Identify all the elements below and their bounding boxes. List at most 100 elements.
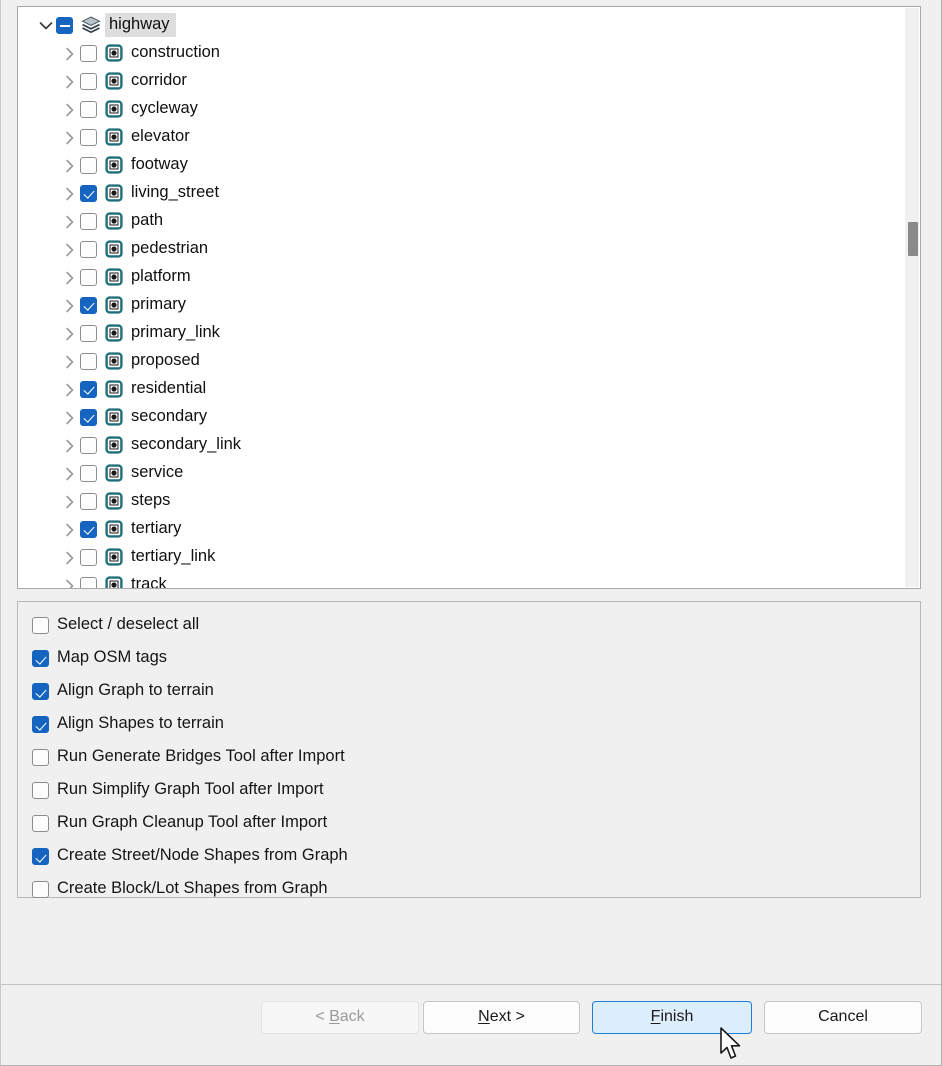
tree-row-elevator[interactable]: elevator — [18, 123, 920, 151]
tree-checkbox-living-street[interactable] — [80, 184, 97, 202]
chevron-right-icon[interactable] — [60, 291, 80, 319]
tree-row-cycleway[interactable]: cycleway — [18, 95, 920, 123]
chevron-right-icon[interactable] — [60, 207, 80, 235]
chevron-right-icon[interactable] — [60, 67, 80, 95]
option-checkbox-align-shapes-to-terrain[interactable] — [32, 716, 49, 733]
tree-checkbox-platform[interactable] — [80, 268, 97, 286]
option-row-map-osm-tags[interactable]: Map OSM tags — [32, 642, 920, 675]
option-row-run-simplify-graph-tool-after-import[interactable]: Run Simplify Graph Tool after Import — [32, 774, 920, 807]
tree-row-secondary[interactable]: secondary — [18, 403, 920, 431]
tree-row-path[interactable]: path — [18, 207, 920, 235]
option-checkbox-align-graph-to-terrain[interactable] — [32, 683, 49, 700]
tree-row-label: corridor — [131, 71, 187, 90]
tree-row-pedestrian[interactable]: pedestrian — [18, 235, 920, 263]
tree-row-platform[interactable]: platform — [18, 263, 920, 291]
chevron-right-icon[interactable] — [60, 123, 80, 151]
tree-vertical-scrollbar[interactable] — [905, 8, 919, 587]
tree-row-footway[interactable]: footway — [18, 151, 920, 179]
tree-row-service[interactable]: service — [18, 459, 920, 487]
tree-checkbox-secondary[interactable] — [80, 408, 97, 426]
tree-row-highway[interactable]: highway — [18, 11, 920, 39]
chevron-right-icon[interactable] — [60, 571, 80, 588]
tree-row-proposed[interactable]: proposed — [18, 347, 920, 375]
chevron-right-icon[interactable] — [60, 235, 80, 263]
tree-row-label: elevator — [131, 127, 190, 146]
node-point-icon — [105, 352, 123, 370]
chevron-right-icon[interactable] — [60, 347, 80, 375]
option-row-align-shapes-to-terrain[interactable]: Align Shapes to terrain — [32, 708, 920, 741]
tree-checkbox-highway[interactable] — [56, 16, 73, 34]
chevron-right-icon[interactable] — [60, 487, 80, 515]
option-row-create-block-lot-shapes-from-graph[interactable]: Create Block/Lot Shapes from Graph — [32, 873, 920, 906]
option-checkbox-select-deselect-all[interactable] — [32, 617, 49, 634]
chevron-right-icon[interactable] — [60, 543, 80, 571]
tree-row-tertiary[interactable]: tertiary — [18, 515, 920, 543]
tree-checkbox-residential[interactable] — [80, 380, 97, 398]
node-point-icon — [105, 464, 123, 482]
option-row-select-deselect-all[interactable]: Select / deselect all — [32, 609, 920, 642]
tree-checkbox-primary-link[interactable] — [80, 324, 97, 342]
tree-checkbox-cycleway[interactable] — [80, 100, 97, 118]
tree-row-tertiary-link[interactable]: tertiary_link — [18, 543, 920, 571]
tree-checkbox-tertiary[interactable] — [80, 520, 97, 538]
chevron-right-icon[interactable] — [60, 459, 80, 487]
tree-checkbox-track[interactable] — [80, 576, 97, 588]
tree-checkbox-construction[interactable] — [80, 44, 97, 62]
tree-checkbox-elevator[interactable] — [80, 128, 97, 146]
option-checkbox-create-block-lot-shapes-from-graph[interactable] — [32, 881, 49, 898]
chevron-right-icon[interactable] — [60, 179, 80, 207]
tree-row-primary[interactable]: primary — [18, 291, 920, 319]
osm-feature-tree-panel[interactable]: highway construction corridor cycleway eleva… — [17, 6, 921, 589]
tree-row-label: track — [131, 575, 167, 588]
tree-checkbox-primary[interactable] — [80, 296, 97, 314]
chevron-right-icon[interactable] — [60, 39, 80, 67]
tree-scroll-area[interactable]: highway construction corridor cycleway eleva… — [18, 7, 920, 588]
tree-row-track[interactable]: track — [18, 571, 920, 588]
tree-checkbox-corridor[interactable] — [80, 72, 97, 90]
option-row-run-graph-cleanup-tool-after-import[interactable]: Run Graph Cleanup Tool after Import — [32, 807, 920, 840]
chevron-right-icon[interactable] — [60, 375, 80, 403]
tree-checkbox-pedestrian[interactable] — [80, 240, 97, 258]
scrollbar-thumb[interactable] — [908, 222, 918, 256]
button-label: Next > — [478, 1007, 525, 1025]
wizard-button-bar: < Back Next > Finish Cancel — [1, 985, 941, 1065]
chevron-right-icon[interactable] — [60, 263, 80, 291]
chevron-right-icon[interactable] — [60, 95, 80, 123]
option-checkbox-run-simplify-graph-tool-after-import[interactable] — [32, 782, 49, 799]
option-checkbox-run-graph-cleanup-tool-after-import[interactable] — [32, 815, 49, 832]
tree-checkbox-steps[interactable] — [80, 492, 97, 510]
chevron-right-icon[interactable] — [60, 319, 80, 347]
tree-row-primary-link[interactable]: primary_link — [18, 319, 920, 347]
chevron-right-icon[interactable] — [60, 151, 80, 179]
import-options-panel: Select / deselect all Map OSM tags Align G… — [17, 601, 921, 898]
chevron-right-icon[interactable] — [60, 403, 80, 431]
option-row-align-graph-to-terrain[interactable]: Align Graph to terrain — [32, 675, 920, 708]
option-checkbox-map-osm-tags[interactable] — [32, 650, 49, 667]
tree-row-label: secondary — [131, 407, 208, 426]
tree-checkbox-tertiary-link[interactable] — [80, 548, 97, 566]
tree-checkbox-path[interactable] — [80, 212, 97, 230]
tree-row-label: service — [131, 463, 184, 482]
finish-button[interactable]: Finish — [592, 1001, 752, 1034]
option-row-create-street-node-shapes-from-graph[interactable]: Create Street/Node Shapes from Graph — [32, 840, 920, 873]
chevron-right-icon[interactable] — [60, 515, 80, 543]
tree-row-secondary-link[interactable]: secondary_link — [18, 431, 920, 459]
tree-row-residential[interactable]: residential — [18, 375, 920, 403]
option-checkbox-create-street-node-shapes-from-graph[interactable] — [32, 848, 49, 865]
tree-row-living-street[interactable]: living_street — [18, 179, 920, 207]
tree-row-steps[interactable]: steps — [18, 487, 920, 515]
tree-checkbox-proposed[interactable] — [80, 352, 97, 370]
tree-checkbox-footway[interactable] — [80, 156, 97, 174]
tree-row-corridor[interactable]: corridor — [18, 67, 920, 95]
chevron-down-icon[interactable] — [36, 11, 56, 39]
tree-checkbox-service[interactable] — [80, 464, 97, 482]
next-button[interactable]: Next > — [423, 1001, 580, 1034]
option-row-run-generate-bridges-tool-after-import[interactable]: Run Generate Bridges Tool after Import — [32, 741, 920, 774]
cancel-button[interactable]: Cancel — [764, 1001, 922, 1034]
option-checkbox-run-generate-bridges-tool-after-import[interactable] — [32, 749, 49, 766]
tree-row-construction[interactable]: construction — [18, 39, 920, 67]
tree-checkbox-secondary-link[interactable] — [80, 436, 97, 454]
back-button[interactable]: < Back — [261, 1001, 419, 1034]
tree-row-label: secondary_link — [131, 435, 242, 454]
chevron-right-icon[interactable] — [60, 431, 80, 459]
